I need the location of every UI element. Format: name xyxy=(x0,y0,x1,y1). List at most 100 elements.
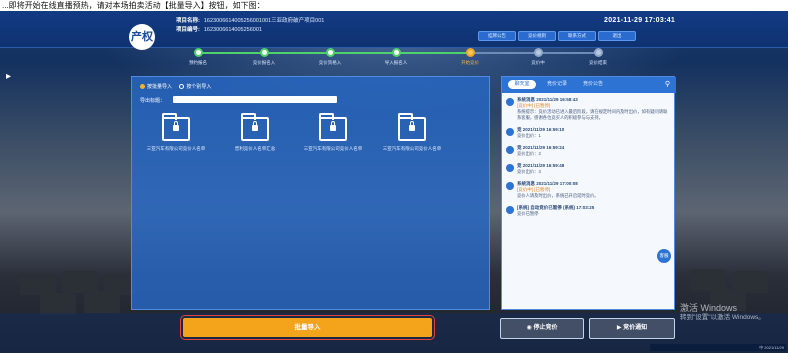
message-body: 竞价出价：1 xyxy=(517,133,541,138)
radio-batch-import[interactable]: 按批量导入 xyxy=(140,83,172,90)
stop-bidding-button[interactable]: ◉ 停止竞价 xyxy=(500,318,584,339)
step-pending-icon xyxy=(593,48,603,57)
folder-item[interactable]: 普利竞价人名单汇总 xyxy=(225,113,285,152)
locked-folder-icon xyxy=(398,113,426,141)
message-body: 竞价已暂停 xyxy=(517,211,539,216)
step-5-current: 开始竞价 xyxy=(448,47,492,66)
watermark-title: 激活 Windows xyxy=(680,303,738,313)
search-label: 导出标题： xyxy=(140,98,166,104)
chat-tabs: 聊天室 竞价记录 竞价公告 ⚲ xyxy=(502,77,676,93)
step-check-icon xyxy=(259,48,269,57)
folder-name: 普利竞价人名单汇总 xyxy=(234,146,276,151)
search-input[interactable] xyxy=(173,96,337,103)
step-pending-icon xyxy=(533,48,543,57)
import-mode-radios: 按批量导入 按个别导入 xyxy=(140,83,217,90)
message-body: 竞价出价：3 xyxy=(517,169,541,174)
step-7: 竞价结束 xyxy=(576,47,620,66)
step-label: 导入报名人 xyxy=(384,60,408,65)
step-1: 预约报名 xyxy=(176,47,220,66)
message-body: 系统提示：竞价活动已进入最后阶段，请在规定时间内及时出价，如有疑问请联系客服，感… xyxy=(517,109,668,120)
header-button-rules[interactable]: 竞价规则 xyxy=(518,31,556,41)
message-body: 竞价出价：2 xyxy=(517,151,541,156)
step-current-icon xyxy=(465,48,475,57)
folder-name: 三亚汽车有限公司竞价人名单 xyxy=(303,146,363,151)
folder-name: 三亚汽车有限公司竞价人名单 xyxy=(146,146,206,151)
lock-icon xyxy=(252,121,258,131)
avatar xyxy=(506,128,514,136)
datetime: 2021-11-29 17:03:41 xyxy=(604,17,676,24)
search-icon[interactable]: ⚲ xyxy=(665,80,670,88)
step-check-icon xyxy=(391,48,401,57)
tab-bid-notices[interactable]: 竞价公告 xyxy=(578,80,608,89)
logo: 产权 xyxy=(129,24,155,50)
step-2: 竞价报名入 xyxy=(242,47,286,66)
header-button-contact[interactable]: 联系方式 xyxy=(558,31,596,41)
step-4: 导入报名人 xyxy=(374,47,418,66)
radio-selected-icon xyxy=(140,84,145,89)
header-button-exit[interactable]: 退出 xyxy=(598,31,636,41)
avatar xyxy=(506,182,514,190)
project-name-row: 项目名称: 1623006614005256001001三亚政府破产项目001 xyxy=(176,16,324,24)
folder-item[interactable]: 三亚汽车有限公司竞价人名单 xyxy=(146,113,206,152)
folder-item[interactable]: 三亚汽车有限公司竞价人名单 xyxy=(382,113,442,152)
tab-bid-records[interactable]: 竞价记录 xyxy=(542,80,572,89)
project-name-label: 项目名称: xyxy=(176,18,200,24)
step-label: 预约报名 xyxy=(189,60,207,65)
avatar xyxy=(506,206,514,214)
step-label: 竞价中 xyxy=(531,60,545,65)
windows-activation-watermark: 激活 Windows 转到"设置"以激活 Windows。 xyxy=(680,303,765,323)
tab-chatroom[interactable]: 聊天室 xyxy=(508,80,536,89)
step-label: 竞价结束 xyxy=(589,60,607,65)
system-taskbar: 中 2021/11/29 xyxy=(650,344,786,351)
project-name-value: 1623006614005256001001三亚政府破产项目001 xyxy=(203,18,325,24)
step-label: 竞价报名入 xyxy=(252,60,276,65)
radio-label: 按批量导入 xyxy=(147,84,173,90)
step-6: 竞价中 xyxy=(516,47,560,66)
side-menu-icon[interactable]: ▸ xyxy=(6,71,11,82)
radio-label: 按个别导入 xyxy=(186,84,212,90)
folder-list: 三亚汽车有限公司竞价人名单 普利竞价人名单汇总 三亚汽车有限公司竞价人名单 三亚… xyxy=(146,113,486,177)
list-item: 系统消息 2021/11/29 17:00:08 [竞价中] [已暂停] 竞价人请及… xyxy=(506,181,670,199)
header-button-announcement[interactable]: 挂牌公告 xyxy=(478,31,516,41)
radio-single-import[interactable]: 按个别导入 xyxy=(179,83,211,90)
app-header: 产权 项目名称: 1623006614005256001001三亚政府破产项目00… xyxy=(0,11,788,50)
customer-service-bubble[interactable]: 客服 xyxy=(657,249,671,263)
bid-notice-button[interactable]: ▶ 竞价通知 xyxy=(589,318,675,339)
list-item: 竞 2021/11/29 16:59:10 竞价出价：1 xyxy=(506,127,670,139)
project-code-label: 项目编号: xyxy=(176,27,200,33)
app-stage: ...即将开始在线直播预热，请对本场拍卖活动【批量导入】按钮，如下图： 产权 项… xyxy=(0,0,788,353)
folder-item[interactable]: 三亚汽车有限公司竞价人名单 xyxy=(303,113,363,152)
locked-folder-icon xyxy=(319,113,347,141)
chat-panel: 聊天室 竞价记录 竞价公告 ⚲ 系统消息 2021/11/29 16:58:43… xyxy=(501,76,676,310)
bid-notice-label: 竞价通知 xyxy=(623,325,648,331)
project-code-row: 项目编号: 1623006614005256001 xyxy=(176,25,262,33)
lock-icon xyxy=(330,121,336,131)
locked-folder-icon xyxy=(162,113,190,141)
radio-unselected-icon xyxy=(179,84,185,89)
avatar xyxy=(506,146,514,154)
project-code-value: 1623006614005256001 xyxy=(203,27,262,33)
message-body: 竞价人请及时出价，系统已开启延时竞价。 xyxy=(517,193,599,198)
folder-name: 三亚汽车有限公司竞价人名单 xyxy=(382,146,442,151)
avatar xyxy=(506,98,514,106)
import-panel: 按批量导入 按个别导入 导出标题： 三亚汽车有限公司竞价人名单 普利竞价人名单汇… xyxy=(131,76,490,310)
list-item: [系统] 自动竞价已暂停 (系统) 17:03:25 竞价已暂停 xyxy=(506,205,670,217)
list-item: 竞 2021/11/29 16:59:24 竞价出价：2 xyxy=(506,145,670,157)
list-item: 竞 2021/11/29 16:59:48 竞价出价：3 xyxy=(506,163,670,175)
document-caption: ...即将开始在线直播预热，请对本场拍卖活动【批量导入】按钮，如下图： xyxy=(0,0,788,11)
progress-stepper: 预约报名 竞价报名入 竞价资格入 导入报名人 开始竞价 竞价中 竞价结束 xyxy=(176,47,620,69)
lock-icon xyxy=(409,121,415,131)
watermark-subtitle: 转到"设置"以激活 Windows。 xyxy=(680,314,765,321)
step-label: 开始竞价 xyxy=(461,60,479,65)
step-check-icon xyxy=(193,48,203,57)
step-3: 竞价资格入 xyxy=(308,47,352,66)
list-item: 系统消息 2021/11/29 16:58:43 [竞价中] [已暂停] 系统提示：… xyxy=(506,97,670,121)
avatar xyxy=(506,164,514,172)
message-feed[interactable]: 系统消息 2021/11/29 16:58:43 [竞价中] [已暂停] 系统提示：… xyxy=(506,97,670,309)
stop-bidding-label: 停止竞价 xyxy=(533,325,558,331)
lock-icon xyxy=(173,121,179,131)
batch-import-button[interactable]: 批量导入 xyxy=(180,315,435,340)
step-check-icon xyxy=(325,48,335,57)
step-label: 竞价资格入 xyxy=(318,60,342,65)
locked-folder-icon xyxy=(241,113,269,141)
